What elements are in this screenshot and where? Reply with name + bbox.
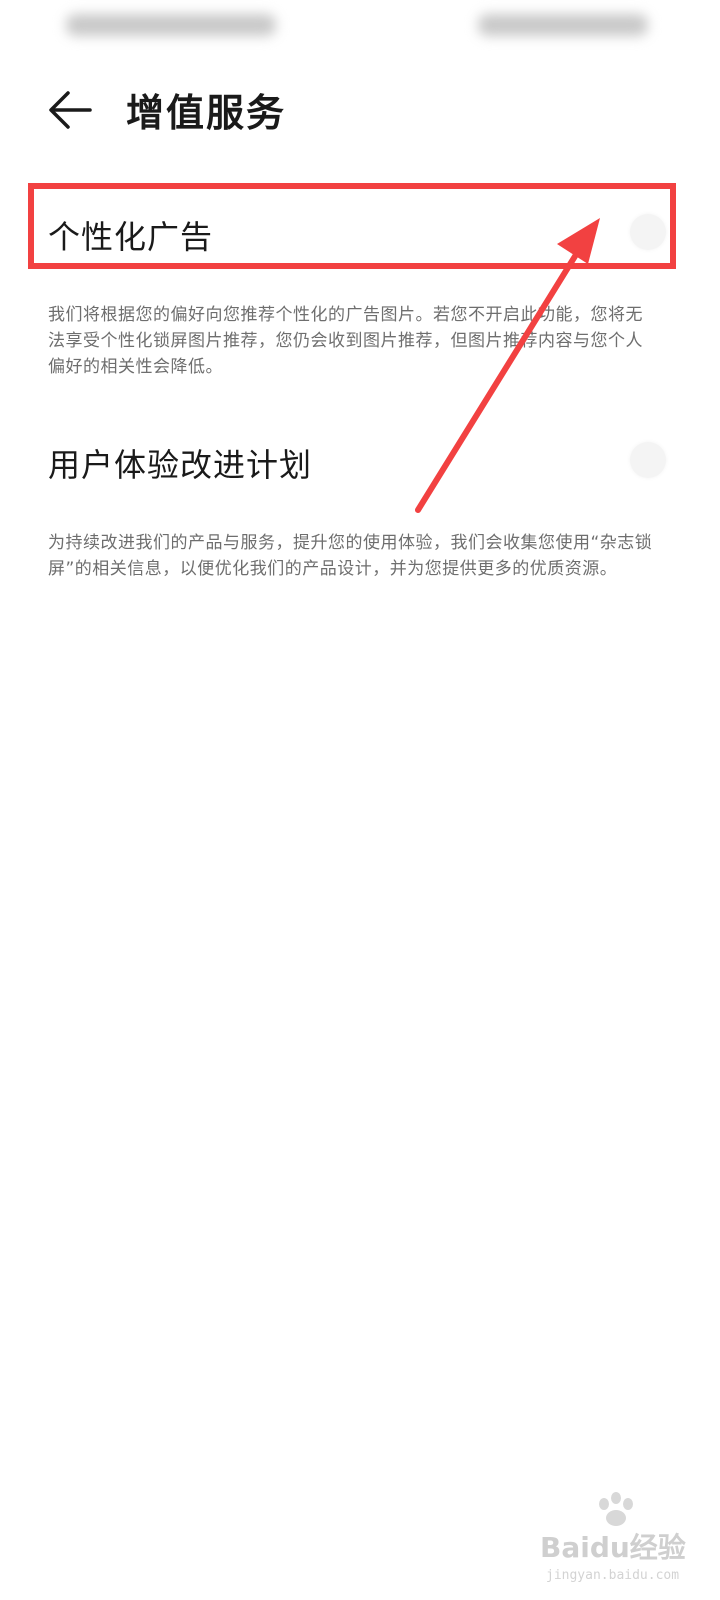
- page-title: 增值服务: [126, 91, 287, 135]
- setting-row-ux-improvement[interactable]: 用户体验改进计划: [0, 420, 720, 500]
- watermark: Baidu经验 jingyan.baidu.com: [540, 1490, 710, 1590]
- watermark-text: Baidu经验: [540, 1531, 686, 1564]
- status-right-blur: [478, 14, 648, 36]
- paw-icon: [599, 1492, 633, 1526]
- setting-title: 用户体验改进计划: [48, 446, 313, 484]
- setting-description: 我们将根据您的偏好向您推荐个性化的广告图片。若您不开启此功能，您将无法享受个性化…: [48, 305, 643, 377]
- setting-description: 为持续改进我们的产品与服务，提升您的使用体验，我们会收集您使用“杂志锁屏”的相关…: [48, 533, 653, 579]
- arrow-left-icon: [49, 91, 92, 129]
- ux-improvement-toggle[interactable]: [630, 442, 666, 478]
- watermark-url: jingyan.baidu.com: [546, 1568, 680, 1583]
- status-bar: [0, 0, 720, 56]
- annotation-highlight-box: [28, 183, 676, 269]
- back-button[interactable]: [40, 80, 100, 140]
- status-left-blur: [66, 14, 276, 36]
- app-header: 增值服务: [0, 70, 720, 150]
